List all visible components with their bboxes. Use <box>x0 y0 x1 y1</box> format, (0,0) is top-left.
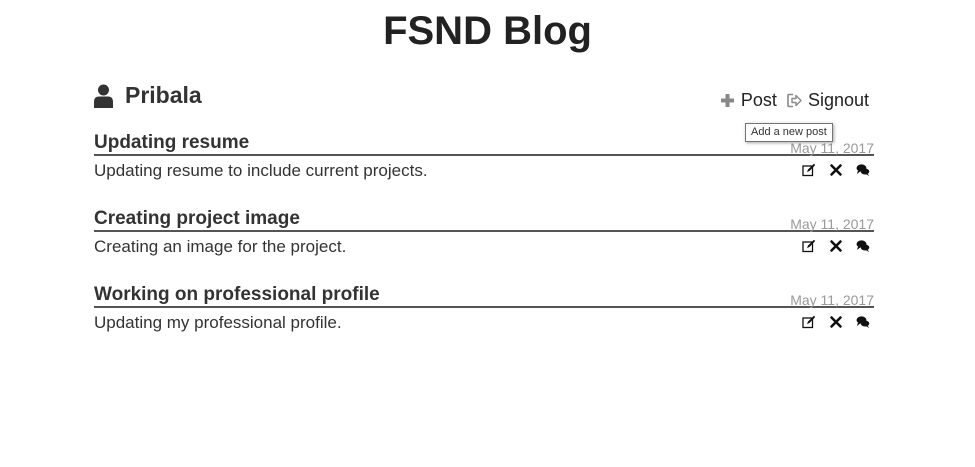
user-icon <box>94 84 113 108</box>
new-post-tooltip: Add a new post <box>745 123 833 142</box>
post-item: Working on professional profile May 11, … <box>94 282 874 346</box>
main-container: Pribala Post Signout Add a new post Upda… <box>94 82 874 346</box>
post-content: Updating my professional profile. <box>94 313 342 332</box>
signout-icon <box>787 93 802 108</box>
post-content: Updating resume to include current proje… <box>94 161 428 180</box>
username: Pribala <box>125 82 202 108</box>
header-actions: Post Signout <box>720 90 869 111</box>
comment-icon[interactable] <box>856 239 870 253</box>
post-title[interactable]: Updating resume <box>94 132 249 154</box>
plus-icon <box>720 94 734 107</box>
new-post-label: Post <box>740 90 777 110</box>
post-title[interactable]: Creating project image <box>94 208 300 230</box>
delete-icon[interactable] <box>829 315 843 329</box>
site-title: FSND Blog <box>383 9 592 53</box>
comment-icon[interactable] <box>856 163 870 177</box>
signout-link[interactable]: Signout <box>787 90 869 111</box>
post-tools <box>802 315 870 329</box>
user-info: Pribala <box>94 82 202 109</box>
post-content: Creating an image for the project. <box>94 237 347 256</box>
comment-icon[interactable] <box>856 315 870 329</box>
post-body: Creating an image for the project. <box>94 232 874 262</box>
user-bar: Pribala Post Signout <box>94 82 874 118</box>
page: FSND Blog Pribala Post Signout Add a new… <box>0 0 975 467</box>
edit-icon[interactable] <box>802 163 816 177</box>
edit-icon[interactable] <box>802 315 816 329</box>
post-header: Creating project image May 11, 2017 <box>94 206 874 232</box>
post-body: Updating my professional profile. <box>94 308 874 338</box>
signout-label: Signout <box>807 90 869 110</box>
edit-icon[interactable] <box>802 239 816 253</box>
post-date: May 11, 2017 <box>790 140 874 156</box>
post-item: Creating project image May 11, 2017 Crea… <box>94 206 874 270</box>
post-body: Updating resume to include current proje… <box>94 156 874 186</box>
delete-icon[interactable] <box>829 163 843 177</box>
post-date: May 11, 2017 <box>790 216 874 232</box>
post-tools <box>802 163 870 177</box>
delete-icon[interactable] <box>829 239 843 253</box>
post-list: Updating resume May 11, 2017 Updating re… <box>94 130 874 346</box>
post-date: May 11, 2017 <box>790 292 874 308</box>
post-header: Working on professional profile May 11, … <box>94 282 874 308</box>
new-post-link[interactable]: Post <box>720 90 777 111</box>
post-tools <box>802 239 870 253</box>
post-title[interactable]: Working on professional profile <box>94 284 380 306</box>
